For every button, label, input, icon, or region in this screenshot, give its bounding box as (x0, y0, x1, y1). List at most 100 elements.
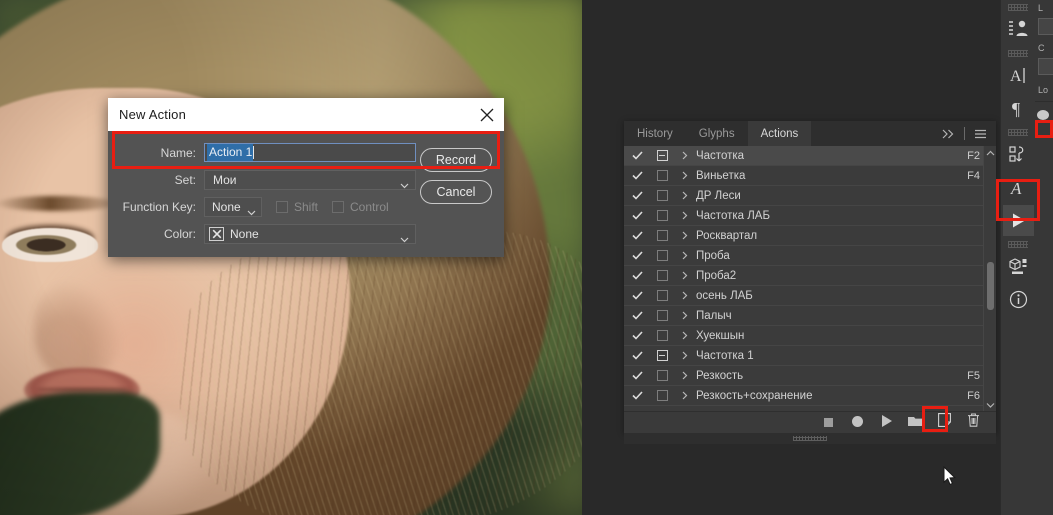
table-row[interactable]: Резкость+сохранение F6 (624, 386, 996, 406)
scrollbar-thumb[interactable] (987, 262, 994, 310)
tab-history[interactable]: History (624, 121, 686, 146)
new-set-button[interactable] (901, 412, 930, 434)
action-enabled-checkmark[interactable] (624, 291, 650, 300)
dock-grip-icon[interactable] (1008, 241, 1028, 248)
expand-chevron-icon[interactable] (674, 171, 696, 180)
record-button[interactable] (843, 412, 872, 434)
eye-icon[interactable] (1037, 110, 1049, 120)
dock-grip-icon[interactable] (1008, 50, 1028, 57)
action-dialog-toggle[interactable] (650, 310, 674, 321)
character-icon[interactable]: A (1003, 60, 1034, 91)
shift-checkbox-wrap[interactable]: Shift (276, 200, 318, 214)
new-action-button[interactable] (930, 412, 959, 434)
table-row[interactable]: Палыч (624, 306, 996, 326)
table-row[interactable]: Виньетка F4 (624, 166, 996, 186)
function-key-select[interactable]: None (204, 196, 262, 217)
dock-grip-icon[interactable] (1008, 129, 1028, 136)
action-enabled-checkmark[interactable] (624, 211, 650, 220)
set-select[interactable]: Мои (204, 169, 416, 190)
cancel-button[interactable]: Cancel (420, 180, 492, 204)
tab-glyphs[interactable]: Glyphs (685, 121, 748, 146)
actions-list-scrollbar[interactable] (983, 146, 996, 411)
record-icon (852, 414, 863, 432)
expand-chevron-icon[interactable] (674, 291, 696, 300)
panel-menu-icon[interactable] (974, 129, 987, 139)
control-checkbox[interactable] (332, 200, 345, 213)
action-enabled-checkmark[interactable] (624, 151, 650, 160)
action-enabled-checkmark[interactable] (624, 331, 650, 340)
chevron-down-icon[interactable] (984, 398, 996, 411)
expand-chevron-icon[interactable] (674, 331, 696, 340)
table-row[interactable]: Частотка 1 (624, 346, 996, 366)
record-button[interactable]: Record (420, 148, 492, 172)
table-row[interactable]: Хуекшын (624, 326, 996, 346)
paragraph-icon[interactable]: ¶ (1003, 93, 1034, 124)
action-dialog-toggle[interactable] (650, 250, 674, 261)
action-dialog-toggle[interactable] (650, 210, 674, 221)
layers-strip-field[interactable] (1038, 18, 1053, 35)
table-row[interactable]: осень ЛАБ (624, 286, 996, 306)
tab-actions[interactable]: Actions (747, 121, 812, 146)
table-row[interactable]: Проба2 (624, 266, 996, 286)
dialog-titlebar[interactable]: New Action (108, 98, 504, 131)
action-enabled-checkmark[interactable] (624, 231, 650, 240)
action-dialog-toggle[interactable] (650, 290, 674, 301)
action-enabled-checkmark[interactable] (624, 351, 650, 360)
styles-icon[interactable]: A (1003, 172, 1034, 203)
dock-group-panels: A (1001, 125, 1035, 237)
action-enabled-checkmark[interactable] (624, 391, 650, 400)
expand-chevron-icon[interactable] (674, 271, 696, 280)
action-dialog-toggle[interactable] (650, 390, 674, 401)
action-dialog-toggle[interactable] (650, 270, 674, 281)
set-label: Set: (174, 172, 196, 187)
action-enabled-checkmark[interactable] (624, 251, 650, 260)
name-input[interactable]: Action 1 (204, 143, 416, 162)
actions-list[interactable]: Частотка F2 Виньетка F4 ДР Леси Частотка… (624, 146, 996, 411)
expand-chevron-icon[interactable] (674, 151, 696, 160)
properties-icon[interactable] (1003, 139, 1034, 170)
3d-icon[interactable] (1003, 251, 1034, 282)
expand-chevron-icon[interactable] (674, 391, 696, 400)
action-dialog-toggle[interactable] (650, 330, 674, 341)
control-checkbox-wrap[interactable]: Control (332, 200, 389, 214)
action-dialog-toggle[interactable] (650, 170, 674, 181)
expand-chevron-icon[interactable] (674, 211, 696, 220)
expand-chevron-icon[interactable] (674, 231, 696, 240)
action-enabled-checkmark[interactable] (624, 371, 650, 380)
table-row[interactable]: Резкость F5 (624, 366, 996, 386)
table-row[interactable]: ДР Леси (624, 186, 996, 206)
shift-checkbox[interactable] (276, 200, 288, 213)
table-row[interactable]: Частотка F2 (624, 146, 996, 166)
delete-button[interactable] (959, 412, 988, 434)
expand-chevron-icon[interactable] (674, 371, 696, 380)
close-icon[interactable] (475, 103, 499, 126)
action-enabled-checkmark[interactable] (624, 171, 650, 180)
action-enabled-checkmark[interactable] (624, 311, 650, 320)
table-row[interactable]: Проба (624, 246, 996, 266)
play-button[interactable] (872, 412, 901, 434)
expand-chevron-icon[interactable] (674, 191, 696, 200)
info-icon[interactable] (1003, 284, 1034, 315)
dock-grip-icon[interactable] (1008, 4, 1028, 11)
chevron-up-icon[interactable] (984, 146, 996, 159)
table-row[interactable]: Росквартал (624, 226, 996, 246)
action-enabled-checkmark[interactable] (624, 191, 650, 200)
panel-resize-grip[interactable] (624, 433, 996, 444)
action-dialog-toggle[interactable] (650, 350, 674, 361)
table-row[interactable]: Частотка ЛАБ (624, 206, 996, 226)
expand-chevron-icon[interactable] (674, 351, 696, 360)
action-dialog-toggle[interactable] (650, 370, 674, 381)
action-dialog-toggle[interactable] (650, 150, 674, 161)
actions-icon[interactable] (1002, 205, 1034, 236)
action-dialog-toggle[interactable] (650, 190, 674, 201)
collapse-chevrons-icon[interactable] (942, 129, 955, 139)
layers-panel-strip[interactable]: L C Lo (1035, 0, 1053, 515)
stop-button[interactable] (814, 412, 843, 434)
color-select[interactable]: None (204, 223, 416, 244)
action-dialog-toggle[interactable] (650, 230, 674, 241)
action-enabled-checkmark[interactable] (624, 271, 650, 280)
expand-chevron-icon[interactable] (674, 251, 696, 260)
expand-chevron-icon[interactable] (674, 311, 696, 320)
layers-strip-field[interactable] (1038, 58, 1053, 75)
adjustments-icon[interactable] (1003, 14, 1034, 45)
